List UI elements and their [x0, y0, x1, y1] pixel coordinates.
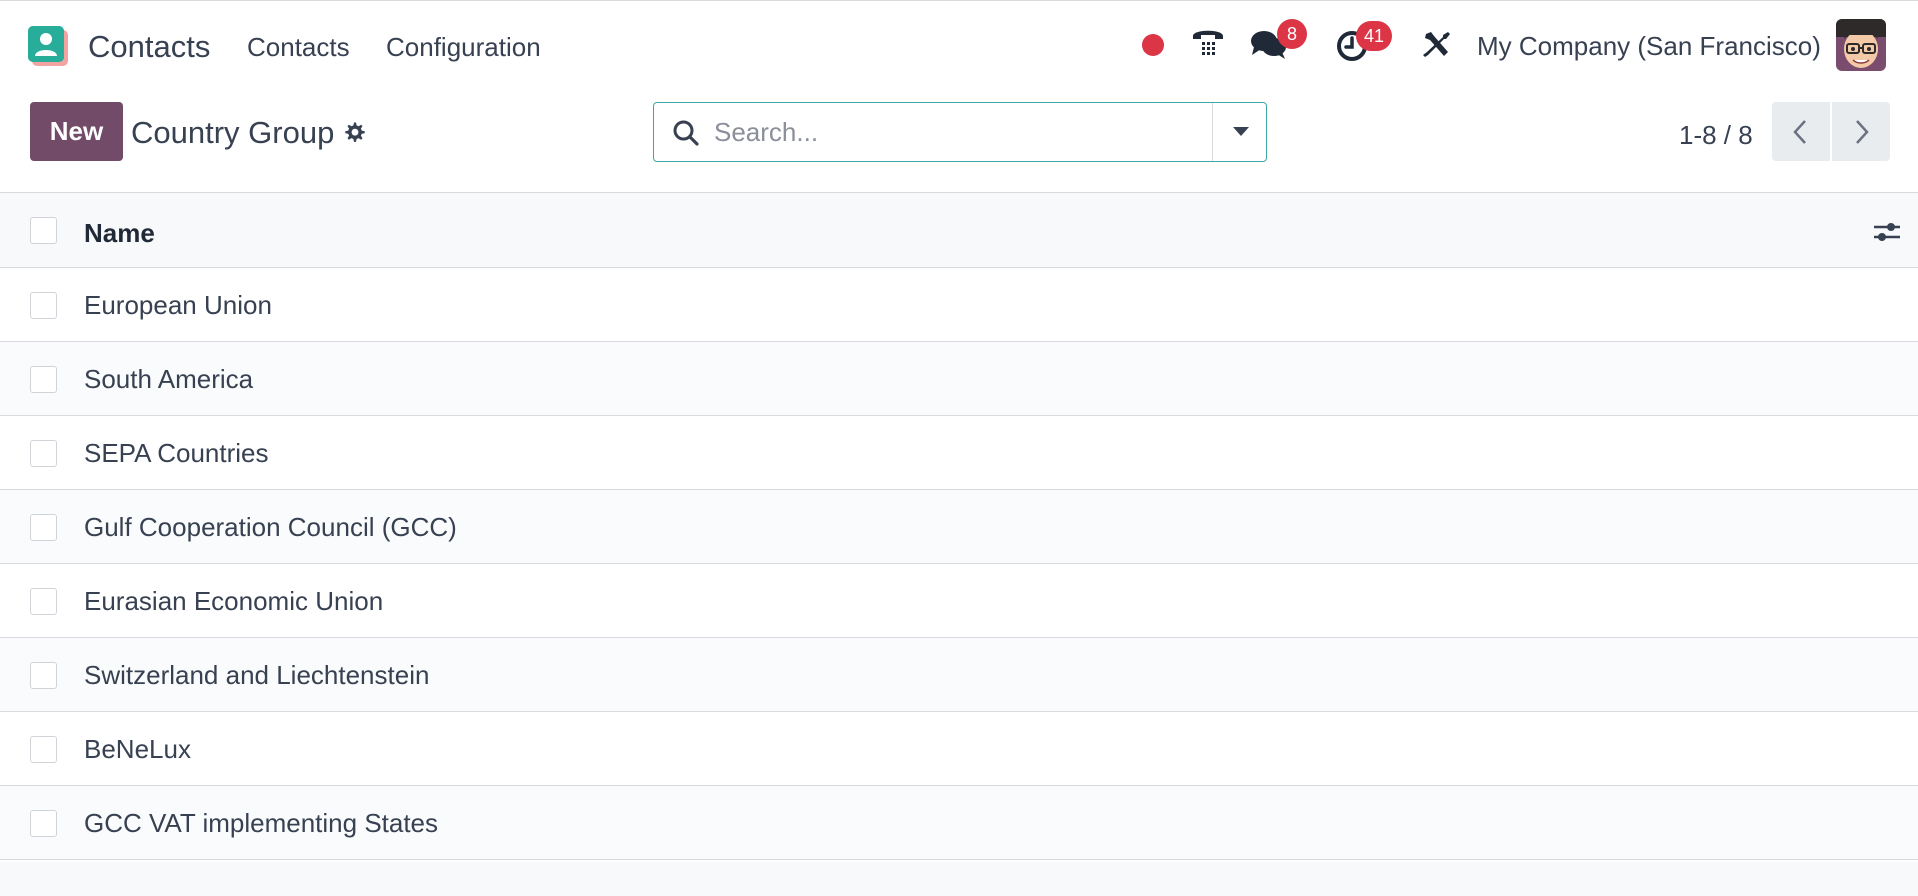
page-title[interactable]: Country Group	[131, 115, 334, 151]
cell-name[interactable]: South America	[84, 364, 253, 395]
cell-name[interactable]: BeNeLux	[84, 734, 191, 765]
cell-name[interactable]: GCC VAT implementing States	[84, 808, 438, 839]
row-checkbox[interactable]	[30, 588, 57, 615]
optional-columns-icon[interactable]	[1872, 219, 1902, 245]
table-row[interactable]: South America	[0, 342, 1918, 416]
user-avatar[interactable]	[1836, 19, 1886, 71]
tools-icon[interactable]	[1422, 30, 1452, 60]
table-row[interactable]: Switzerland and Liechtenstein	[0, 638, 1918, 712]
pager-previous-button[interactable]	[1772, 102, 1830, 161]
table-row[interactable]: European Union	[0, 268, 1918, 342]
row-checkbox[interactable]	[30, 440, 57, 467]
country-group-list: Name European Union South America SEPA C…	[0, 193, 1918, 860]
table-row[interactable]: Gulf Cooperation Council (GCC)	[0, 490, 1918, 564]
phone-icon[interactable]	[1190, 25, 1226, 61]
cell-name[interactable]: Gulf Cooperation Council (GCC)	[84, 512, 457, 543]
table-row[interactable]: BeNeLux	[0, 712, 1918, 786]
menu-configuration[interactable]: Configuration	[386, 32, 541, 63]
row-checkbox[interactable]	[30, 662, 57, 689]
new-button[interactable]: New	[30, 102, 123, 161]
list-body: European Union South America SEPA Countr…	[0, 268, 1918, 860]
top-navbar: Contacts Contacts Configuration 8 41 My …	[0, 0, 1918, 90]
select-all-checkbox[interactable]	[30, 217, 57, 244]
company-switcher[interactable]: My Company (San Francisco)	[1477, 31, 1821, 62]
menu-contacts[interactable]: Contacts	[247, 32, 350, 63]
cell-name[interactable]: SEPA Countries	[84, 438, 269, 469]
pager-next-button[interactable]	[1832, 102, 1890, 161]
row-checkbox[interactable]	[30, 810, 57, 837]
chevron-left-icon	[1793, 120, 1806, 144]
cell-name[interactable]: Switzerland and Liechtenstein	[84, 660, 429, 691]
messages-badge: 8	[1277, 19, 1307, 49]
control-panel: New Country Group 1-8 / 8	[0, 90, 1918, 193]
search-bar	[653, 102, 1267, 162]
search-icon[interactable]	[672, 119, 700, 147]
table-row[interactable]: GCC VAT implementing States	[0, 786, 1918, 860]
contacts-app-icon[interactable]	[28, 26, 70, 68]
table-row[interactable]: Eurasian Economic Union	[0, 564, 1918, 638]
list-footer-area	[0, 862, 1918, 896]
activities-badge: 41	[1356, 21, 1393, 51]
row-checkbox[interactable]	[30, 514, 57, 541]
pager-value[interactable]: 1-8 / 8	[1679, 120, 1753, 151]
column-header-name[interactable]: Name	[84, 218, 155, 249]
search-input[interactable]	[714, 111, 1254, 153]
gear-icon[interactable]	[343, 120, 367, 144]
chevron-right-icon	[1856, 120, 1869, 144]
cell-name[interactable]: Eurasian Economic Union	[84, 586, 383, 617]
row-checkbox[interactable]	[30, 366, 57, 393]
row-checkbox[interactable]	[30, 292, 57, 319]
record-dot-icon[interactable]	[1142, 34, 1164, 56]
row-checkbox[interactable]	[30, 736, 57, 763]
cell-name[interactable]: European Union	[84, 290, 272, 321]
search-options-toggle[interactable]	[1212, 103, 1266, 161]
app-name[interactable]: Contacts	[88, 29, 210, 65]
list-header: Name	[0, 193, 1918, 268]
table-row[interactable]: SEPA Countries	[0, 416, 1918, 490]
